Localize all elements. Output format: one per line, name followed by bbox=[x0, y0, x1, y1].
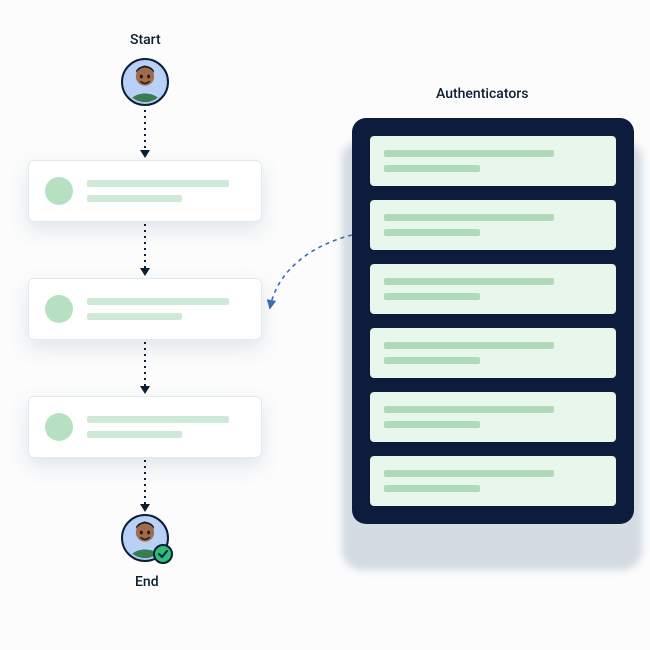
authenticator-item bbox=[370, 264, 616, 314]
flow-step-1 bbox=[28, 160, 262, 222]
arrowhead-icon bbox=[140, 386, 150, 394]
connector-step1-to-step2 bbox=[144, 224, 146, 270]
arrowhead-icon bbox=[140, 150, 150, 158]
start-avatar bbox=[121, 58, 169, 106]
step-text-placeholder bbox=[87, 416, 245, 438]
step-icon-placeholder bbox=[45, 413, 73, 441]
authenticator-item bbox=[370, 392, 616, 442]
authenticator-item bbox=[370, 456, 616, 506]
authenticator-item bbox=[370, 200, 616, 250]
end-label: End bbox=[135, 574, 159, 590]
flow-step-2 bbox=[28, 278, 262, 340]
start-label: Start bbox=[130, 32, 161, 48]
step-icon-placeholder bbox=[45, 177, 73, 205]
diagram-stage: Start bbox=[0, 0, 650, 650]
flow-step-3 bbox=[28, 396, 262, 458]
step-text-placeholder bbox=[87, 298, 245, 320]
connector-step3-to-end bbox=[144, 460, 146, 506]
arrowhead-icon bbox=[140, 504, 150, 512]
check-badge-icon bbox=[153, 544, 173, 564]
step-icon-placeholder bbox=[45, 295, 73, 323]
arrowhead-icon bbox=[140, 268, 150, 276]
connector-step2-to-step3 bbox=[144, 342, 146, 388]
end-avatar bbox=[121, 514, 169, 562]
step-text-placeholder bbox=[87, 180, 245, 202]
authenticator-item bbox=[370, 136, 616, 186]
connector-start-to-step1 bbox=[144, 110, 146, 152]
authenticator-item bbox=[370, 328, 616, 378]
authenticators-label: Authenticators bbox=[436, 86, 528, 102]
authenticators-panel bbox=[352, 118, 634, 524]
